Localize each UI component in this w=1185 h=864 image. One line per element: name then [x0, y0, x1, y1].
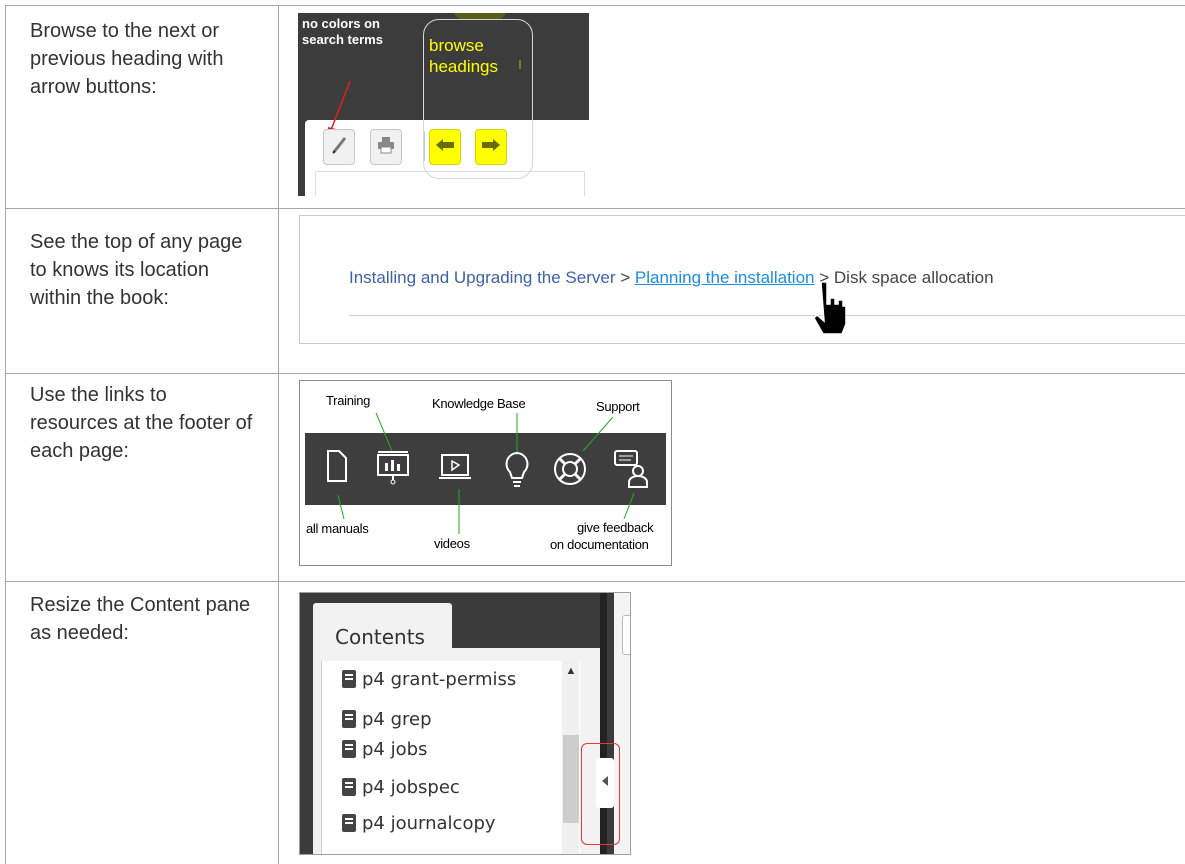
- breadcrumb-screenshot: Installing and Upgrading the Server > Pl…: [299, 215, 1185, 344]
- footer-links-screenshot: Training Knowledge Base Support all manu…: [299, 380, 672, 566]
- row-description-breadcrumb: See the top of any page to knows its loc…: [30, 231, 243, 309]
- tab-contents[interactable]: Contents: [313, 603, 452, 663]
- splitter-highlight: [581, 743, 620, 845]
- label-videos: videos: [434, 536, 470, 551]
- video-icon[interactable]: [439, 453, 473, 488]
- toolbar-separator: [424, 131, 425, 161]
- contents-pane-screenshot: Contents p4 grant-permiss p4 grep p4 job…: [299, 592, 631, 855]
- label-all-manuals: all manuals: [306, 521, 369, 536]
- hand-pointer-icon: [809, 280, 849, 345]
- breadcrumb-link-installing[interactable]: Installing and Upgrading the Server: [349, 268, 616, 287]
- arrow-left-icon: [435, 138, 455, 157]
- breadcrumb-separator: >: [620, 268, 631, 287]
- feedback-icon[interactable]: [613, 449, 653, 494]
- tab-contents-label: Contents: [335, 625, 425, 649]
- list-item[interactable]: p4 jobs: [342, 735, 427, 763]
- list-item[interactable]: p4 grant-permiss: [342, 665, 557, 693]
- next-heading-button[interactable]: [475, 129, 507, 165]
- list-item[interactable]: p4 grep: [342, 705, 432, 733]
- label-on-documentation: on documentation: [550, 537, 649, 552]
- previous-heading-button[interactable]: [429, 129, 461, 165]
- presentation-icon[interactable]: [376, 449, 410, 490]
- scrollbar-thumb[interactable]: [563, 735, 579, 823]
- breadcrumb-link-planning[interactable]: Planning the installation: [635, 268, 815, 287]
- lightbulb-icon[interactable]: [503, 451, 531, 496]
- content-pane-edge: [622, 615, 630, 655]
- row-divider: [6, 373, 1185, 374]
- print-button[interactable]: [370, 129, 402, 165]
- document-icon[interactable]: [326, 449, 348, 488]
- row-description-footer-links: Use the links to resources at the footer…: [30, 384, 253, 462]
- row-description-browse: Browse to the next or previous heading w…: [30, 20, 224, 98]
- callout-arrow: [328, 60, 521, 137]
- book-icon: [342, 670, 356, 688]
- lifebuoy-icon[interactable]: [552, 451, 588, 492]
- divider: [349, 315, 1185, 316]
- book-icon: [342, 778, 356, 796]
- column-divider: [278, 6, 279, 864]
- row-divider: [6, 208, 1185, 209]
- row-description-resize: Resize the Content pane as needed:: [30, 594, 251, 644]
- highlight-toggle-button[interactable]: [323, 129, 355, 165]
- book-icon: [342, 710, 356, 728]
- book-icon: [342, 814, 356, 832]
- book-icon: [342, 740, 356, 758]
- arrow-right-icon: [481, 138, 501, 157]
- row-divider: [6, 581, 1185, 582]
- breadcrumb: Installing and Upgrading the Server > Pl…: [349, 268, 994, 288]
- list-item[interactable]: p4 journalcopy: [342, 809, 496, 837]
- highlighter-icon: [330, 135, 348, 160]
- toolbar-screenshot: no colors on search terms browse heading…: [298, 13, 589, 196]
- print-icon: [377, 136, 395, 159]
- breadcrumb-current-page: Disk space allocation: [833, 268, 994, 287]
- list-item[interactable]: p4 jobspec: [342, 773, 460, 801]
- label-give-feedback: give feedback: [577, 520, 654, 535]
- scroll-up-icon[interactable]: ▲: [563, 665, 579, 679]
